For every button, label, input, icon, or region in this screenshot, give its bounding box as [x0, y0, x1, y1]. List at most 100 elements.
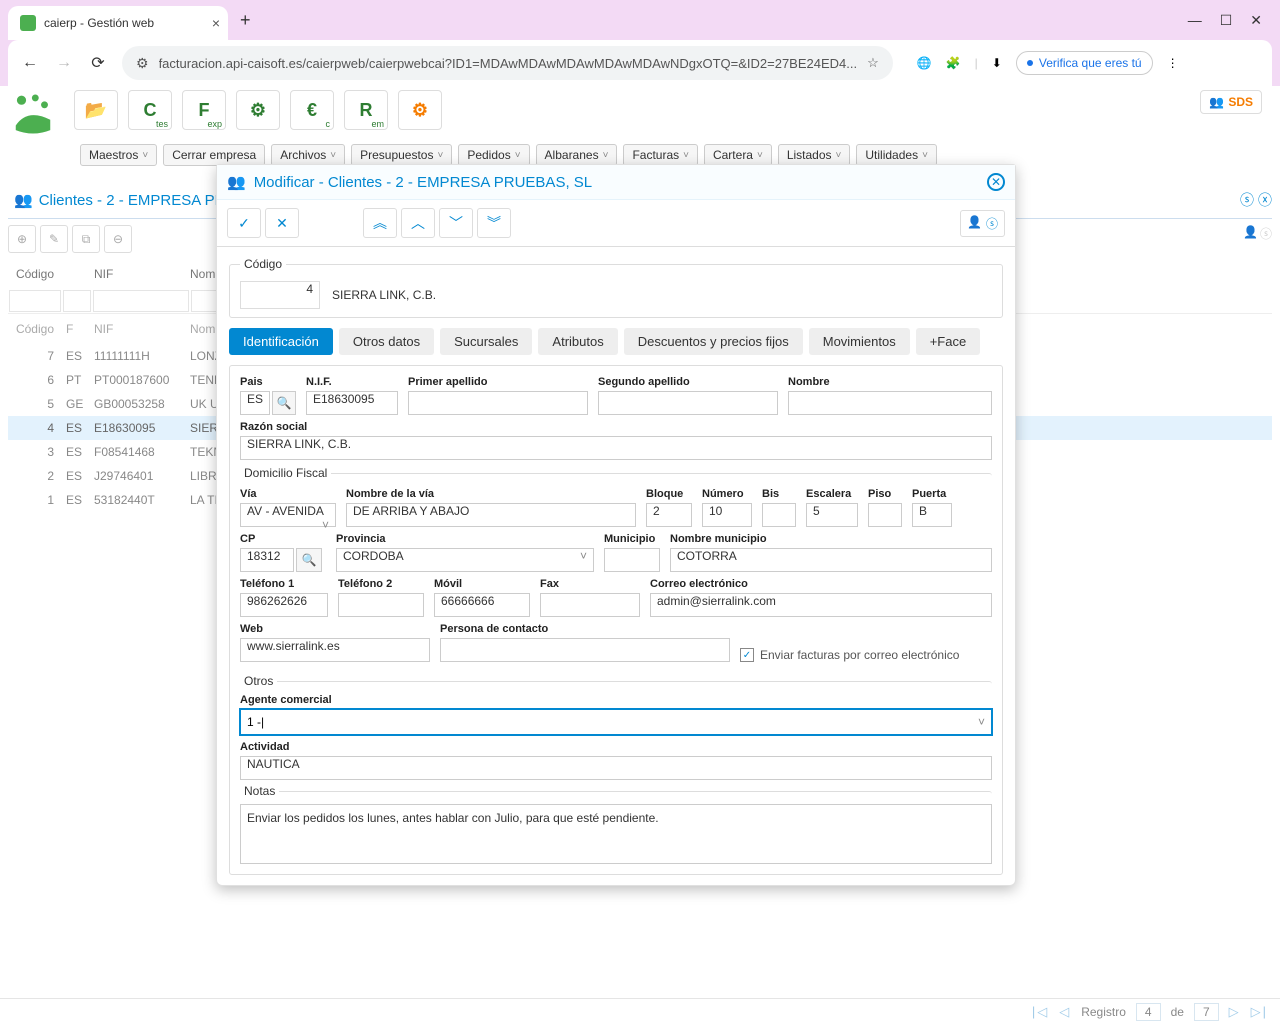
- close-window-icon[interactable]: ✕: [1250, 12, 1262, 29]
- municipio-input[interactable]: [604, 548, 660, 572]
- site-settings-icon[interactable]: ⚙: [136, 55, 149, 72]
- code-input[interactable]: 4: [240, 281, 320, 309]
- via-select[interactable]: AV - AVENIDA˅: [240, 503, 336, 527]
- app-logo-icon[interactable]: [8, 90, 58, 138]
- tab-atributos[interactable]: Atributos: [538, 328, 617, 355]
- razon-social-input[interactable]: SIERRA LINK, C.B.: [240, 436, 992, 460]
- sds-small-icon[interactable]: ⓢ: [1240, 190, 1254, 210]
- minimize-icon[interactable]: —: [1188, 12, 1202, 29]
- puerta-input[interactable]: B: [912, 503, 952, 527]
- menu-listados[interactable]: Listados˅: [778, 144, 851, 166]
- bloque-input[interactable]: 2: [646, 503, 692, 527]
- actividad-input[interactable]: NAUTICA: [240, 756, 992, 780]
- tab-close-icon[interactable]: ×: [212, 15, 220, 31]
- close-bg-icon[interactable]: ⓧ: [1258, 190, 1272, 210]
- nav-prev-icon[interactable]: ◁: [1059, 1004, 1071, 1020]
- tab-otros-datos[interactable]: Otros datos: [339, 328, 434, 355]
- contacto-input[interactable]: [440, 638, 730, 662]
- filter-nif[interactable]: [93, 290, 189, 312]
- notas-textarea[interactable]: Enviar los pedidos los lunes, antes habl…: [240, 804, 992, 864]
- new-tab-button[interactable]: +: [240, 10, 251, 31]
- numero-input[interactable]: 10: [702, 503, 752, 527]
- cp-input[interactable]: 18312: [240, 548, 294, 572]
- edit-client-dialog: 👥 Modificar - Clientes - 2 - EMPRESA PRU…: [216, 164, 1016, 886]
- filter-codigo[interactable]: [9, 290, 61, 312]
- primer-apellido-input[interactable]: [408, 391, 588, 415]
- segundo-apellido-input[interactable]: [598, 391, 778, 415]
- open-button[interactable]: 📂: [74, 90, 118, 130]
- kebab-menu-icon[interactable]: ⋮: [1167, 56, 1179, 70]
- bis-input[interactable]: [762, 503, 796, 527]
- copy-button[interactable]: ⧉: [72, 225, 100, 253]
- download-icon[interactable]: ⬇: [992, 56, 1002, 70]
- pais-input[interactable]: ES: [240, 391, 270, 415]
- browser-tab[interactable]: caierp - Gestión web ×: [8, 6, 228, 40]
- fexp-button[interactable]: Fexp: [182, 90, 226, 130]
- next-button[interactable]: ﹀: [439, 208, 473, 238]
- pais-search-button[interactable]: 🔍: [272, 391, 296, 415]
- menu-archivos[interactable]: Archivos˅: [271, 144, 345, 166]
- config-button[interactable]: ⚙: [398, 90, 442, 130]
- maximize-icon[interactable]: ☐: [1220, 12, 1233, 29]
- nombre-via-input[interactable]: DE ARRIBA Y ABAJO: [346, 503, 636, 527]
- tab-sucursales[interactable]: Sucursales: [440, 328, 532, 355]
- url-bar[interactable]: ⚙ facturacion.api-caisoft.es/caierpweb/c…: [122, 46, 893, 80]
- menu-maestros[interactable]: Maestros˅: [80, 144, 157, 166]
- sds-badge[interactable]: 👥SDS: [1200, 90, 1262, 114]
- euro-button[interactable]: €c: [290, 90, 334, 130]
- back-button[interactable]: ←: [20, 54, 40, 72]
- verify-pill[interactable]: Verifica que eres tú: [1016, 51, 1153, 75]
- menu-cartera[interactable]: Cartera˅: [704, 144, 772, 166]
- extension-globe-icon[interactable]: 🌐: [917, 56, 932, 70]
- accept-button[interactable]: ✓: [227, 208, 261, 238]
- tab-movimientos[interactable]: Movimientos: [809, 328, 910, 355]
- forward-button[interactable]: →: [54, 54, 74, 72]
- browser-titlebar: caierp - Gestión web × + — ☐ ✕: [0, 0, 1280, 40]
- menu-pedidos[interactable]: Pedidos˅: [458, 144, 529, 166]
- agente-select[interactable]: 1 -|˅: [240, 709, 992, 735]
- web-input[interactable]: www.sierralink.es: [240, 638, 430, 662]
- nav-first-icon[interactable]: |◁: [1032, 1004, 1049, 1020]
- nav-next-icon[interactable]: ▷: [1229, 1004, 1241, 1020]
- filter-pais[interactable]: [63, 290, 91, 312]
- menu-cerrar-empresa[interactable]: Cerrar empresa: [163, 144, 265, 166]
- star-icon[interactable]: ☆: [867, 55, 879, 71]
- sds-icon: ⓢ: [1260, 225, 1272, 253]
- nif-input[interactable]: E18630095: [306, 391, 398, 415]
- tab-descuentos-y-precios-fijos[interactable]: Descuentos y precios fijos: [624, 328, 803, 355]
- ctes-button[interactable]: Ctes: [128, 90, 172, 130]
- first-button[interactable]: ︽: [363, 208, 397, 238]
- telefono1-input[interactable]: 986262626: [240, 593, 328, 617]
- cancel-button[interactable]: ✕: [265, 208, 299, 238]
- telefono2-input[interactable]: [338, 593, 424, 617]
- extensions-icon[interactable]: 🧩: [946, 56, 961, 70]
- menu-utilidades[interactable]: Utilidades˅: [856, 144, 937, 166]
- tab--face[interactable]: +Face: [916, 328, 981, 355]
- rem-button[interactable]: Rem: [344, 90, 388, 130]
- dialog-close-button[interactable]: ✕: [987, 173, 1005, 191]
- piso-input[interactable]: [868, 503, 902, 527]
- dialog-sds-badge[interactable]: 👤ⓢ: [960, 210, 1005, 237]
- escalera-input[interactable]: 5: [806, 503, 858, 527]
- menu-albaranes[interactable]: Albaranes˅: [536, 144, 618, 166]
- cp-search-button[interactable]: 🔍: [296, 548, 322, 572]
- prev-button[interactable]: ︿: [401, 208, 435, 238]
- settings-button[interactable]: ⚙: [236, 90, 280, 130]
- nav-last-icon[interactable]: ▷|: [1251, 1004, 1268, 1020]
- nombre-municipio-input[interactable]: COTORRA: [670, 548, 992, 572]
- user-icon: 👤: [1243, 225, 1258, 253]
- menu-presupuestos[interactable]: Presupuestos˅: [351, 144, 452, 166]
- nombre-input[interactable]: [788, 391, 992, 415]
- reload-button[interactable]: ⟳: [88, 53, 108, 73]
- provincia-select[interactable]: CORDOBA˅: [336, 548, 594, 572]
- fax-input[interactable]: [540, 593, 640, 617]
- menu-facturas[interactable]: Facturas˅: [623, 144, 698, 166]
- tab-identificaci-n[interactable]: Identificación: [229, 328, 333, 355]
- edit-button[interactable]: ✎: [40, 225, 68, 253]
- add-button[interactable]: ⊕: [8, 225, 36, 253]
- correo-input[interactable]: admin@sierralink.com: [650, 593, 992, 617]
- enviar-facturas-checkbox[interactable]: ✓Enviar facturas por correo electrónico: [740, 648, 959, 662]
- movil-input[interactable]: 66666666: [434, 593, 530, 617]
- delete-button[interactable]: ⊖: [104, 225, 132, 253]
- last-button[interactable]: ︾: [477, 208, 511, 238]
